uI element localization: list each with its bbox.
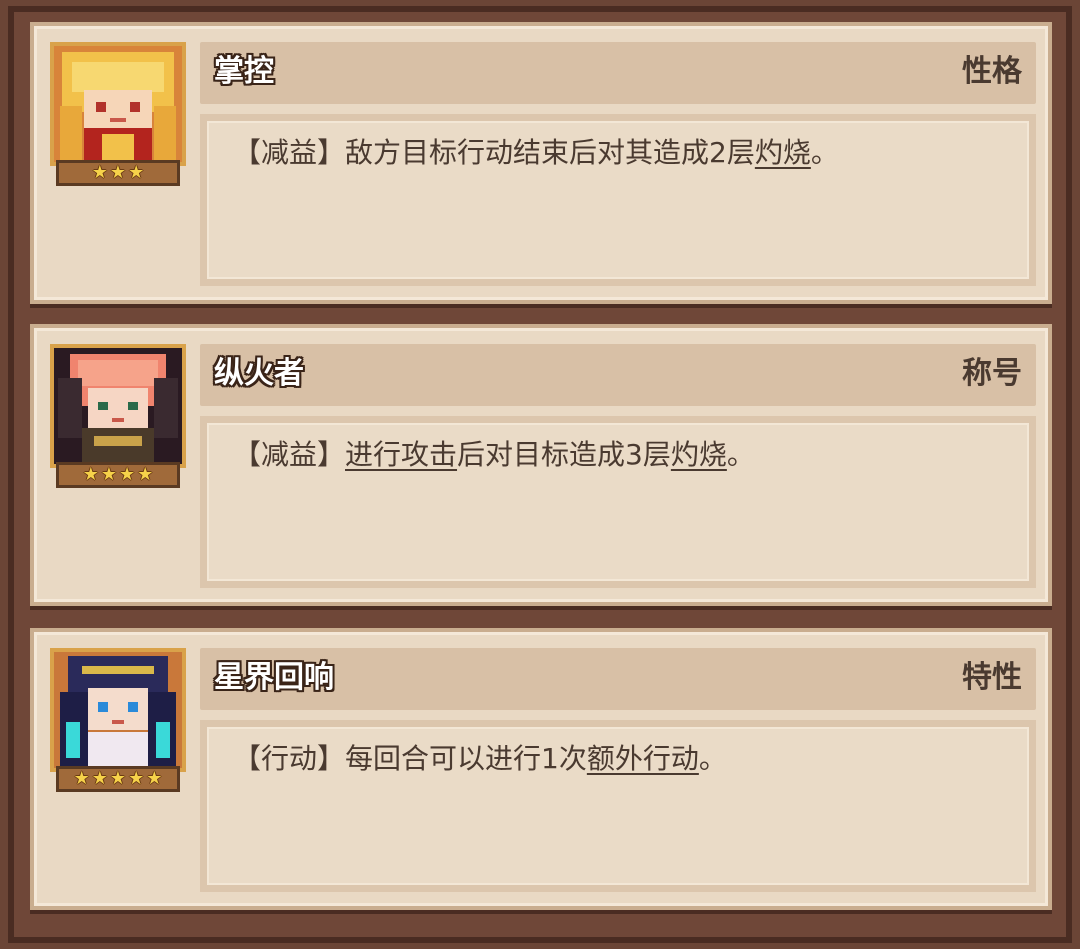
effect-tag: 【减益】 [233, 438, 346, 471]
blonde-character-portrait-icon [50, 42, 186, 166]
character-portrait: ★ ★ ★ [50, 42, 186, 186]
star-icon: ★ [128, 768, 145, 789]
star-rating: ★ ★ ★ [56, 160, 180, 186]
star-rating: ★ ★ ★ ★ ★ [56, 766, 180, 792]
keyword-link[interactable]: 进行攻击 [345, 438, 457, 471]
star-icon: ★ [109, 768, 127, 789]
star-icon: ★ [146, 768, 163, 789]
star-rating: ★ ★ ★ ★ [56, 462, 180, 488]
trait-card[interactable]: ★ ★ ★ ★ 纵火者 称号 【减益】进行攻击后对目标造成3层灼烧。 [30, 324, 1052, 606]
trait-description-box: 【减益】进行攻击后对目标造成3层灼烧。 [200, 416, 1036, 588]
star-icon: ★ [73, 768, 90, 789]
star-icon: ★ [137, 464, 154, 485]
trait-category: 特性 [962, 660, 1022, 695]
trait-category: 性格 [962, 54, 1022, 89]
trait-description-box: 【行动】每回合可以进行1次额外行动。 [200, 720, 1036, 892]
keyword-link[interactable]: 灼烧 [755, 136, 811, 169]
star-icon: ★ [109, 162, 127, 183]
trait-description: 【减益】进行攻击后对目标造成3层灼烧。 [233, 435, 755, 475]
trait-category: 称号 [962, 356, 1022, 391]
effect-tag: 【减益】 [233, 136, 346, 169]
desc-part: 。 [726, 438, 755, 471]
desc-part: 每回合可以进行1次 [345, 742, 587, 775]
star-icon: ★ [91, 768, 108, 789]
star-icon: ★ [119, 464, 136, 485]
desc-part: 。 [810, 136, 839, 169]
trait-name: 掌控 [214, 54, 274, 89]
star-icon: ★ [91, 162, 108, 183]
trait-header: 星界回响 特性 [200, 648, 1036, 710]
trait-description: 【行动】每回合可以进行1次额外行动。 [233, 739, 727, 779]
desc-part: 后对目标造成3层 [457, 438, 671, 471]
trait-header: 纵火者 称号 [200, 344, 1036, 406]
star-icon: ★ [128, 162, 145, 183]
star-icon: ★ [100, 464, 117, 485]
trait-card[interactable]: ★ ★ ★ ★ ★ 星界回响 特性 【行动】每回合可以进行1次额外行动。 [30, 628, 1052, 910]
trait-card[interactable]: ★ ★ ★ 掌控 性格 【减益】敌方目标行动结束后对其造成2层灼烧。 [30, 22, 1052, 304]
trait-name: 纵火者 [214, 356, 304, 391]
character-portrait: ★ ★ ★ ★ ★ [50, 648, 186, 792]
effect-tag: 【行动】 [233, 742, 346, 775]
desc-part: 。 [698, 742, 727, 775]
trait-name: 星界回响 [214, 660, 334, 695]
dark-haired-character-portrait-icon [50, 648, 186, 772]
desc-part: 敌方目标行动结束后对其造成2层 [345, 136, 755, 169]
trait-header: 掌控 性格 [200, 42, 1036, 104]
keyword-link[interactable]: 灼烧 [671, 438, 727, 471]
keyword-link[interactable]: 额外行动 [587, 742, 699, 775]
red-haired-character-portrait-icon [50, 344, 186, 468]
trait-description-box: 【减益】敌方目标行动结束后对其造成2层灼烧。 [200, 114, 1036, 286]
star-icon: ★ [82, 464, 99, 485]
trait-description: 【减益】敌方目标行动结束后对其造成2层灼烧。 [233, 133, 839, 173]
character-portrait: ★ ★ ★ ★ [50, 344, 186, 488]
